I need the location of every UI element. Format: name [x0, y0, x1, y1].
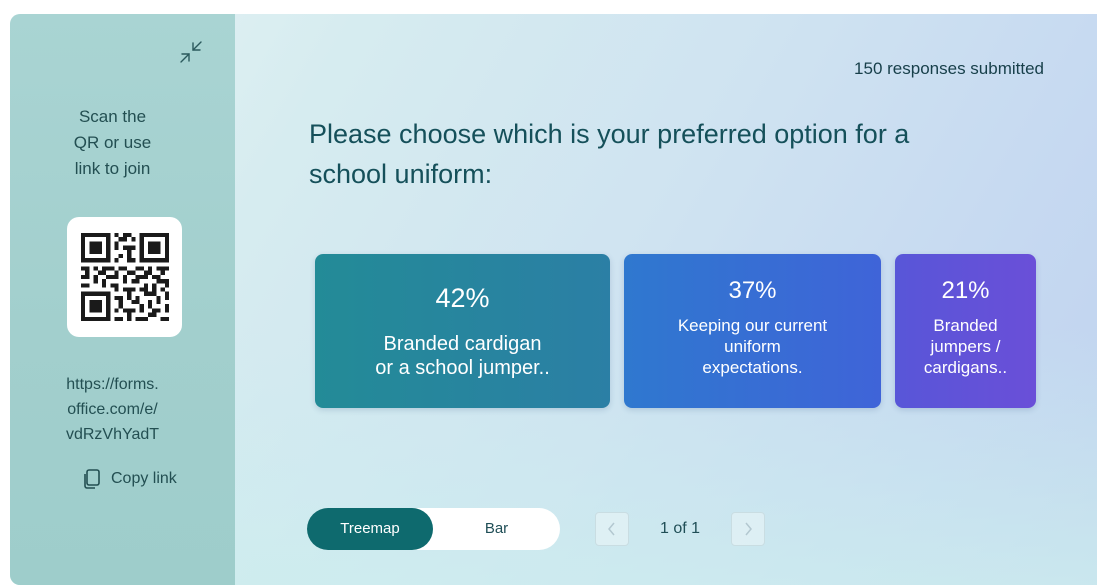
tile-label-line: jumpers / [930, 336, 1001, 356]
tile-percent: 37% [728, 276, 777, 304]
bar-toggle-button[interactable]: Bar [433, 508, 560, 550]
tile-label-line: Keeping our current [677, 315, 828, 335]
copy-link-label: Copy link [111, 470, 177, 487]
join-instructions: Scan the QR or use link to join [10, 104, 215, 182]
tile-label-line: cardigans.. [923, 357, 1008, 377]
pagination: 1 of 1 [595, 511, 765, 547]
join-instructions-line1: Scan the [78, 107, 147, 126]
join-sidebar: Scan the QR or use link to join https://… [10, 14, 235, 585]
join-instructions-line2: QR or use [73, 133, 152, 152]
join-instructions-line3: link to join [74, 159, 151, 178]
treemap-tile-option-3[interactable]: 21% Branded jumpers / cardigans.. [895, 254, 1036, 408]
tile-label-line: Branded cardigan [383, 332, 542, 355]
question-title-line2: school uniform: [309, 159, 493, 189]
presentation-frame: Scan the QR or use link to join https://… [10, 14, 1097, 585]
responses-count: 150 responses submitted [854, 59, 1044, 78]
tile-label-line: uniform [724, 336, 781, 356]
previous-page-button[interactable] [595, 512, 629, 546]
tile-percent: 21% [941, 276, 990, 304]
tile-label-line: Branded [933, 315, 998, 335]
join-link-line3: vdRzVhYadT [65, 426, 160, 443]
copy-icon [84, 469, 100, 489]
treemap-tile-option-1[interactable]: 42% Branded cardigan or a school jumper.… [315, 254, 610, 408]
collapse-button[interactable] [177, 38, 205, 66]
chart-view-toggle: Treemap Bar [307, 508, 560, 550]
treemap-tile-option-2[interactable]: 37% Keeping our current uniform expectat… [624, 254, 881, 408]
collapse-icon [180, 41, 202, 63]
question-title: Please choose which is your preferred op… [309, 114, 1049, 194]
join-link[interactable]: https://forms. office.com/e/ vdRzVhYadT [10, 372, 215, 447]
treemap-toggle-button[interactable]: Treemap [307, 508, 433, 550]
qr-code-card [67, 217, 182, 337]
join-link-line2: office.com/e/ [67, 401, 158, 418]
qr-code-icon [80, 233, 169, 321]
tile-label-line: expectations. [702, 357, 803, 377]
question-title-line1: Please choose which is your preferred op… [309, 119, 910, 149]
chevron-right-icon [745, 522, 752, 536]
join-link-line1: https://forms. [66, 376, 159, 393]
tile-label-line: or a school jumper.. [375, 356, 550, 379]
page-indicator: 1 of 1 [659, 520, 701, 537]
tile-percent: 42% [435, 282, 490, 313]
copy-link-button[interactable]: Copy link [83, 469, 177, 489]
chevron-left-icon [608, 522, 615, 536]
next-page-button[interactable] [731, 512, 765, 546]
